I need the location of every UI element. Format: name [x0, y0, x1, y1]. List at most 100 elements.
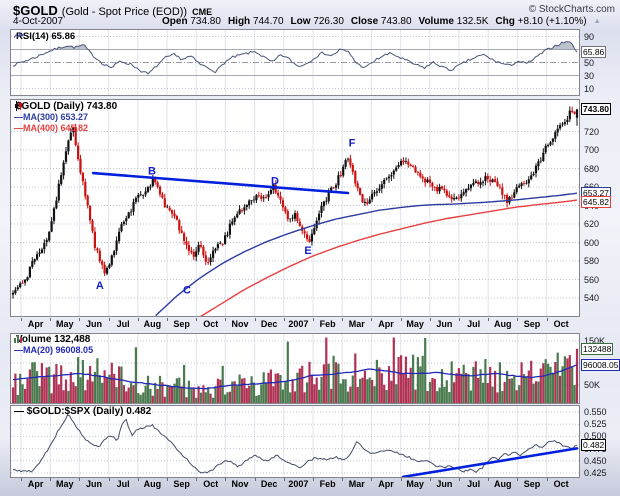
- month-tick: [342, 318, 343, 321]
- volume-ma-legend: —MA(20) 96008.05: [14, 345, 93, 356]
- month-tick: [284, 318, 285, 321]
- ma400-value-box: 645.82: [581, 196, 611, 208]
- quote-close: Close 743.80: [351, 16, 412, 27]
- month-tick: [138, 318, 139, 321]
- axis-tick-label: 680: [584, 164, 599, 174]
- month-tick: [517, 318, 518, 321]
- rsi-plot: [11, 30, 579, 95]
- price-legend: $GOLD (Daily) 743.80: [14, 101, 117, 112]
- volume-plot: [11, 334, 579, 403]
- month-label: Aug: [144, 479, 162, 489]
- ratio-line: [13, 415, 577, 473]
- candle-bodies-down: [23, 111, 575, 284]
- month-label: Dec: [261, 319, 278, 329]
- ma400-line-swatch: —: [14, 123, 23, 133]
- candle-wicks-up: [13, 106, 577, 298]
- axis-tick-label: 560: [584, 275, 599, 285]
- axis-tick-label: 90: [584, 32, 594, 42]
- month-tick: [342, 478, 343, 481]
- annotation-E: E: [304, 245, 311, 257]
- month-label: Jul: [117, 479, 130, 489]
- axis-tick-label: 580: [584, 256, 599, 266]
- month-label: Mar: [349, 479, 365, 489]
- quote-low: Low 726.30: [291, 16, 344, 27]
- volume-value: 132,488: [54, 334, 90, 345]
- chart-date: 4-Oct-2007: [13, 16, 63, 27]
- axis-tick-label: 0.550: [584, 407, 607, 417]
- month-tick: [517, 478, 518, 481]
- ma300-legend: —MA(300) 653.27: [14, 112, 88, 123]
- month-label: Apr: [378, 319, 394, 329]
- axis-tick-label: 700: [584, 145, 599, 155]
- month-tick: [79, 478, 80, 481]
- month-tick: [488, 478, 489, 481]
- change-up-arrow-icon: ▲: [594, 18, 601, 25]
- rsi-line: [13, 42, 577, 74]
- gold-spx-ratio-panel: — $GOLD:$SPX (Daily) 0.482: [10, 405, 580, 478]
- price-chart-panel: ABCDEF $GOLD (Daily) 743.80 —MA(300) 653…: [10, 99, 580, 317]
- month-label: Apr: [28, 479, 44, 489]
- quote-open: Open 734.80: [162, 16, 221, 27]
- month-tick: [138, 478, 139, 481]
- month-tick: [225, 478, 226, 481]
- month-label: Oct: [203, 319, 218, 329]
- price-value: 743.80: [87, 101, 118, 112]
- month-tick: [371, 318, 372, 321]
- annotation-A: A: [96, 280, 104, 292]
- month-tick: [313, 318, 314, 321]
- month-tick: [79, 318, 80, 321]
- volume-legend: Volume 132,488: [14, 334, 90, 345]
- annotation-C: C: [183, 285, 191, 297]
- ratio-trendline: [403, 448, 577, 477]
- month-label: Feb: [320, 479, 336, 489]
- month-tick: [430, 318, 431, 321]
- month-tick: [313, 478, 314, 481]
- price-value-box: 743.80: [581, 103, 611, 115]
- ratio-legend: — $GOLD:$SPX (Daily) 0.482: [14, 406, 151, 417]
- volume-panel: Volume 132,488 —MA(20) 96008.05: [10, 333, 580, 404]
- month-label: Oct: [554, 479, 569, 489]
- ratio-value-box: 0.482: [581, 439, 606, 451]
- axis-tick-label: 540: [584, 293, 599, 303]
- month-tick: [488, 318, 489, 321]
- month-label: Apr: [28, 319, 44, 329]
- month-tick: [196, 318, 197, 321]
- ratio-x-axis: AprMayJunJulAugSepOctNovDec2007FebMarApr…: [10, 478, 580, 491]
- month-label: Dec: [261, 479, 278, 489]
- ma400-line: [199, 200, 577, 316]
- month-tick: [109, 318, 110, 321]
- month-label: Sep: [524, 479, 541, 489]
- month-tick: [430, 478, 431, 481]
- month-label: Oct: [203, 479, 218, 489]
- month-tick: [547, 318, 548, 321]
- month-tick: [547, 478, 548, 481]
- month-label: May: [406, 479, 424, 489]
- month-tick: [284, 478, 285, 481]
- price-plot: ABCDEF: [11, 100, 579, 316]
- month-tick: [459, 318, 460, 321]
- month-label: Jun: [436, 479, 452, 489]
- month-label: 2007: [288, 479, 308, 489]
- month-label: Jul: [467, 479, 480, 489]
- month-tick: [50, 478, 51, 481]
- month-label: Jul: [117, 319, 130, 329]
- month-tick: [50, 318, 51, 321]
- month-tick: [196, 478, 197, 481]
- candle-wicks-down: [23, 107, 575, 284]
- month-tick: [371, 478, 372, 481]
- month-tick: [21, 478, 22, 481]
- month-label: May: [406, 319, 424, 329]
- month-tick: [167, 478, 168, 481]
- month-label: Nov: [231, 479, 248, 489]
- axis-tick-label: 0.425: [584, 468, 607, 478]
- ma400-legend: —MA(400) 645.82: [14, 123, 88, 134]
- month-label: Aug: [494, 479, 512, 489]
- month-label: Jul: [467, 319, 480, 329]
- annotation-D: D: [271, 176, 279, 188]
- month-tick: [225, 318, 226, 321]
- ma300-line: [156, 193, 577, 315]
- rsi-overbought-fill: [13, 42, 577, 74]
- ratio-line-swatch: —: [14, 406, 27, 417]
- price-trendline: [93, 173, 348, 193]
- month-tick: [167, 318, 168, 321]
